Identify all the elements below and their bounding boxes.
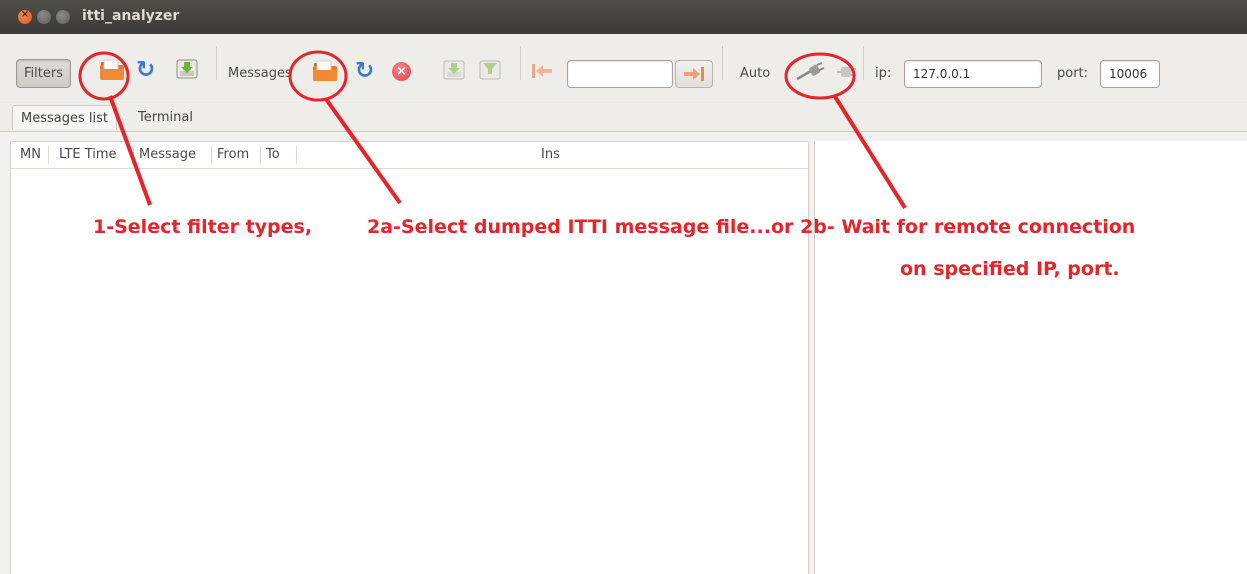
go-to-first-button[interactable] <box>530 62 554 84</box>
toolbar-separator <box>863 46 864 80</box>
ip-field[interactable] <box>904 60 1042 88</box>
tab-bar: Messages list Terminal <box>0 101 1247 132</box>
column-header-lte-time[interactable]: LTE Time <box>59 142 117 168</box>
save-filtered-messages-button[interactable] <box>479 60 501 84</box>
column-header-from[interactable]: From <box>217 142 249 168</box>
message-number-field[interactable] <box>567 60 673 88</box>
toolbar-separator <box>216 46 217 80</box>
plug-icon <box>796 62 825 81</box>
open-folder-icon <box>100 59 124 80</box>
refresh-icon: ↻ <box>136 57 156 83</box>
port-label: port: <box>1057 66 1089 81</box>
filters-toggle-button[interactable]: Filters <box>16 59 71 88</box>
toolbar-separator <box>722 46 723 80</box>
close-icon: × <box>20 9 30 20</box>
first-arrow-icon <box>532 64 552 78</box>
port-input[interactable] <box>1101 61 1159 87</box>
reload-messages-button[interactable]: ↻ <box>355 59 374 83</box>
tab-messages-list[interactable]: Messages list <box>12 105 117 130</box>
download-save-icon <box>443 60 465 80</box>
open-messages-file-button[interactable] <box>312 60 338 86</box>
title-bar: × itti_analyzer <box>0 0 1247 34</box>
column-header-to[interactable]: To <box>266 142 280 168</box>
annotation-step1: 1-Select filter types, <box>93 216 313 238</box>
column-divider <box>260 146 261 164</box>
go-to-last-button[interactable] <box>675 60 713 88</box>
reload-filters-button[interactable]: ↻ <box>136 58 155 82</box>
message-detail-pane <box>814 141 1247 574</box>
minimize-window-button[interactable] <box>37 10 51 24</box>
last-arrow-icon <box>684 67 704 81</box>
ip-input[interactable] <box>905 61 1041 87</box>
download-save-icon <box>176 59 198 79</box>
close-window-button[interactable]: × <box>18 9 32 24</box>
refresh-icon: ↻ <box>355 58 375 84</box>
stop-button[interactable]: × <box>392 62 411 81</box>
column-header-message[interactable]: Message <box>139 142 196 168</box>
connect-button[interactable] <box>795 61 825 87</box>
toolbar-separator <box>520 46 521 80</box>
stop-icon: × <box>396 64 407 79</box>
save-filters-button[interactable] <box>176 59 198 83</box>
column-header-mn[interactable]: MN <box>20 142 41 168</box>
column-divider <box>296 146 297 164</box>
maximize-window-button[interactable] <box>56 10 70 24</box>
column-divider <box>211 146 212 164</box>
save-filtered-icon <box>479 60 501 80</box>
disconnect-button[interactable] <box>836 62 858 86</box>
table-header: MN LTE Time Message From To Ins <box>11 142 808 169</box>
window-title: itti_analyzer <box>82 8 180 24</box>
column-divider <box>133 146 134 164</box>
open-folder-icon <box>313 60 337 81</box>
ip-label: ip: <box>875 66 892 81</box>
messages-label: Messages <box>228 66 292 81</box>
annotation-step2-line2: on specified IP, port. <box>900 258 1120 280</box>
message-number-input[interactable] <box>568 61 672 87</box>
column-header-ins[interactable]: Ins <box>541 142 560 168</box>
annotation-step2: 2a-Select dumped ITTI message file...or … <box>367 216 1136 238</box>
tab-terminal[interactable]: Terminal <box>130 105 201 130</box>
auto-label: Auto <box>740 66 771 81</box>
column-divider <box>48 146 49 164</box>
open-filters-button[interactable] <box>99 59 125 85</box>
save-messages-button[interactable] <box>443 60 465 84</box>
unplug-icon <box>837 67 856 77</box>
messages-list-pane: MN LTE Time Message From To Ins <box>10 141 809 574</box>
port-field[interactable] <box>1100 60 1160 88</box>
